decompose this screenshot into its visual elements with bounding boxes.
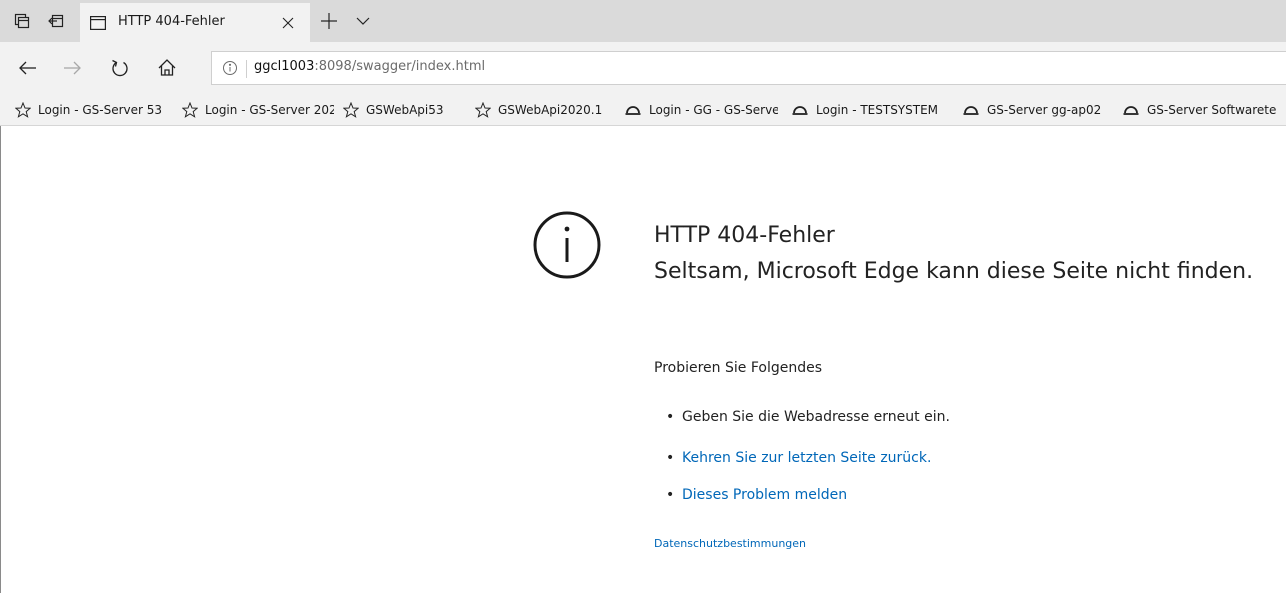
dome-icon (625, 105, 641, 115)
dome-icon (1123, 105, 1139, 115)
favorite-item[interactable]: Login - GS-Server 53 (15, 94, 170, 125)
favorite-item[interactable]: Login - GS-Server 202 (182, 94, 334, 125)
set-tabs-aside-icon[interactable] (42, 7, 70, 35)
suggestion-item: • Kehren Sie zur letzten Seite zurück. (666, 450, 931, 466)
bullet-dot: • (666, 409, 675, 425)
url-host: ggcl1003 (254, 59, 315, 74)
page-favicon-icon (90, 15, 107, 34)
favorite-item[interactable]: GS-Server Softwarete (1122, 94, 1286, 125)
star-icon (475, 101, 491, 118)
favorite-item[interactable]: GSWebApi2020.1 (475, 94, 615, 125)
home-icon[interactable] (154, 55, 180, 81)
dome-icon (792, 105, 808, 115)
bullet-dot: • (666, 450, 675, 466)
favorite-item[interactable]: Login - GG - GS-Server (624, 94, 778, 125)
active-tab[interactable]: HTTP 404-Fehler (80, 3, 310, 42)
favorite-label: GSWebApi53 (366, 102, 444, 117)
chevron-down-icon[interactable] (350, 8, 376, 34)
suggestion-item: • Dieses Problem melden (666, 487, 847, 503)
favorite-label: Login - TESTSYSTEM (816, 102, 939, 117)
tab-strip: HTTP 404-Fehler (0, 0, 1286, 42)
favorites-bar: Login - GS-Server 53 Login - GS-Server 2… (0, 94, 1286, 126)
close-tab-icon[interactable] (278, 13, 298, 33)
navigation-bar: ggcl1003:8098/swagger/index.html (0, 42, 1286, 94)
refresh-icon[interactable] (107, 55, 133, 81)
suggestions-heading: Probieren Sie Folgendes (654, 360, 822, 376)
error-title: HTTP 404-Fehler (654, 223, 835, 248)
url-text[interactable]: ggcl1003:8098/swagger/index.html (254, 59, 485, 74)
dome-icon (963, 105, 979, 115)
back-arrow-icon[interactable] (15, 55, 41, 81)
tab-title: HTTP 404-Fehler (118, 14, 225, 29)
url-path: :8098/swagger/index.html (314, 59, 486, 74)
favorite-label: Login - GG - GS-Server (649, 102, 778, 117)
star-icon (15, 101, 31, 118)
star-icon (343, 101, 359, 118)
new-tab-plus-icon[interactable] (316, 8, 342, 34)
favorite-item[interactable]: GSWebApi53 (343, 94, 467, 125)
favorite-label: Login - GS-Server 202 (205, 102, 334, 117)
favorite-label: Login - GS-Server 53 (38, 102, 163, 117)
info-circle-icon (532, 210, 602, 280)
favorite-label: GSWebApi2020.1 (498, 102, 603, 117)
address-bar[interactable]: ggcl1003:8098/swagger/index.html (211, 51, 1286, 85)
favorite-label: GS-Server gg-ap02 (987, 102, 1102, 117)
favorite-item[interactable]: Login - TESTSYSTEM (791, 94, 947, 125)
favorite-label: GS-Server Softwarete (1147, 102, 1277, 117)
forward-arrow-icon[interactable] (59, 55, 85, 81)
error-message: Seltsam, Microsoft Edge kann diese Seite… (654, 259, 1254, 284)
site-info-icon[interactable] (222, 60, 238, 80)
go-back-link[interactable]: Kehren Sie zur letzten Seite zurück. (682, 450, 931, 466)
suggestion-text: Geben Sie die Webadresse erneut ein. (682, 409, 950, 425)
tabs-aside-icon[interactable] (8, 7, 36, 35)
suggestion-item: • Geben Sie die Webadresse erneut ein. (666, 409, 950, 425)
favorite-item[interactable]: GS-Server gg-ap02 (962, 94, 1114, 125)
address-separator (246, 60, 247, 78)
report-problem-link[interactable]: Dieses Problem melden (682, 487, 847, 503)
privacy-link[interactable]: Datenschutzbestimmungen (654, 537, 806, 550)
star-icon (182, 101, 198, 118)
bullet-dot: • (666, 487, 675, 503)
